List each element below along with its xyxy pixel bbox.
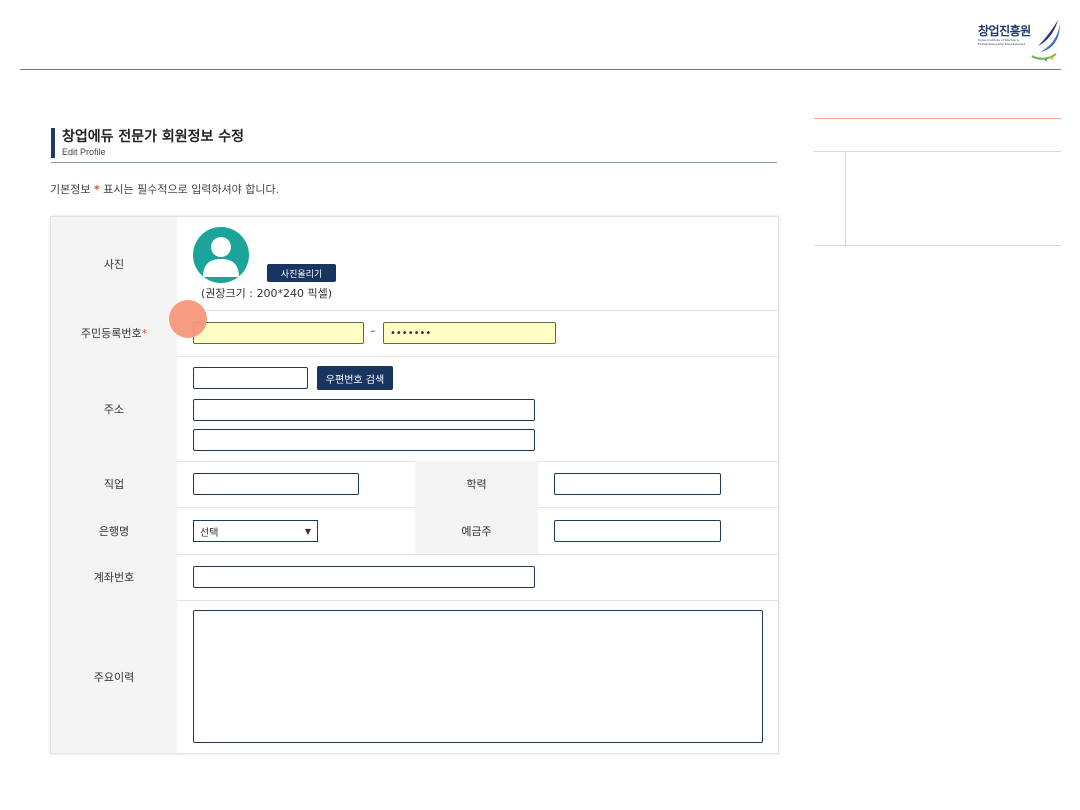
resident-number-row: 주민등록번호 * –	[51, 310, 778, 357]
job-label: 직업	[51, 461, 177, 507]
photo-size-hint: (권장크기 : 200*240 픽셀)	[201, 287, 332, 300]
account-label: 계좌번호	[51, 554, 177, 600]
right-panel-divider	[814, 151, 1061, 152]
resident-number-front-input[interactable]	[193, 322, 364, 344]
account-row: 계좌번호	[51, 554, 778, 601]
account-number-input[interactable]	[193, 566, 535, 588]
page-subtitle: Edit Profile	[62, 147, 106, 157]
job-education-row: 직업 학력	[51, 461, 778, 508]
education-input[interactable]	[554, 473, 721, 495]
address-label: 주소	[51, 356, 177, 461]
address-line2-input[interactable]	[193, 429, 535, 451]
zipcode-search-button[interactable]: 우편번호 검색	[317, 366, 393, 390]
education-label: 학력	[415, 461, 538, 507]
career-row: 주요이력	[51, 600, 778, 753]
avatar	[193, 227, 249, 283]
depositor-input[interactable]	[554, 520, 721, 542]
right-panel-column-divider	[845, 152, 846, 245]
title-divider	[51, 162, 777, 163]
job-input[interactable]	[193, 473, 359, 495]
bank-row: 은행명 선택 ▼ 예금주	[51, 507, 778, 555]
upload-photo-button[interactable]: 사진올리기	[267, 264, 336, 282]
zipcode-input[interactable]	[193, 367, 308, 389]
right-panel-top-border	[814, 118, 1061, 119]
profile-form: 사진 사진올리기 (권장크기 : 200*240 픽셀) 주민등록번호* – 주…	[50, 216, 779, 754]
org-logo[interactable]: 창업진흥원 Korea Institute of Startup & Entre…	[978, 18, 1068, 64]
title-accent-bar	[51, 128, 55, 158]
required-mark: *	[141, 326, 148, 340]
photo-row: 사진 사진올리기 (권장크기 : 200*240 픽셀)	[51, 217, 778, 311]
photo-label: 사진	[51, 217, 177, 310]
address-row: 주소 우편번호 검색	[51, 356, 778, 462]
logo-emblem-icon	[1031, 20, 1060, 62]
depositor-label: 예금주	[415, 507, 538, 554]
user-silhouette-icon	[203, 237, 239, 277]
career-textarea[interactable]	[193, 610, 763, 743]
required-mark: *	[93, 183, 100, 196]
career-label: 주요이력	[51, 600, 177, 753]
bank-label: 은행명	[51, 507, 177, 554]
bank-select[interactable]: 선택 ▼	[193, 520, 318, 542]
resident-number-separator: –	[370, 324, 376, 337]
resident-number-back-input[interactable]	[383, 322, 556, 344]
required-notice: 기본정보 * 표시는 필수적으로 입력하셔야 합니다.	[50, 181, 279, 197]
page-title: 창업에듀 전문가 회원정보 수정	[62, 129, 245, 145]
header-divider	[20, 69, 1061, 70]
dropdown-arrow-icon: ▼	[304, 526, 311, 536]
resident-number-label: 주민등록번호 *	[51, 310, 177, 356]
notice-prefix: 기본정보	[50, 183, 91, 196]
resident-number-label-text: 주민등록번호	[80, 327, 142, 340]
right-panel-bottom-border	[814, 245, 1061, 246]
pointer-indicator	[169, 300, 207, 338]
address-line1-input[interactable]	[193, 399, 535, 421]
bank-selected-value: 선택	[200, 527, 219, 539]
notice-suffix: 표시는 필수적으로 입력하셔야 합니다.	[103, 183, 280, 196]
